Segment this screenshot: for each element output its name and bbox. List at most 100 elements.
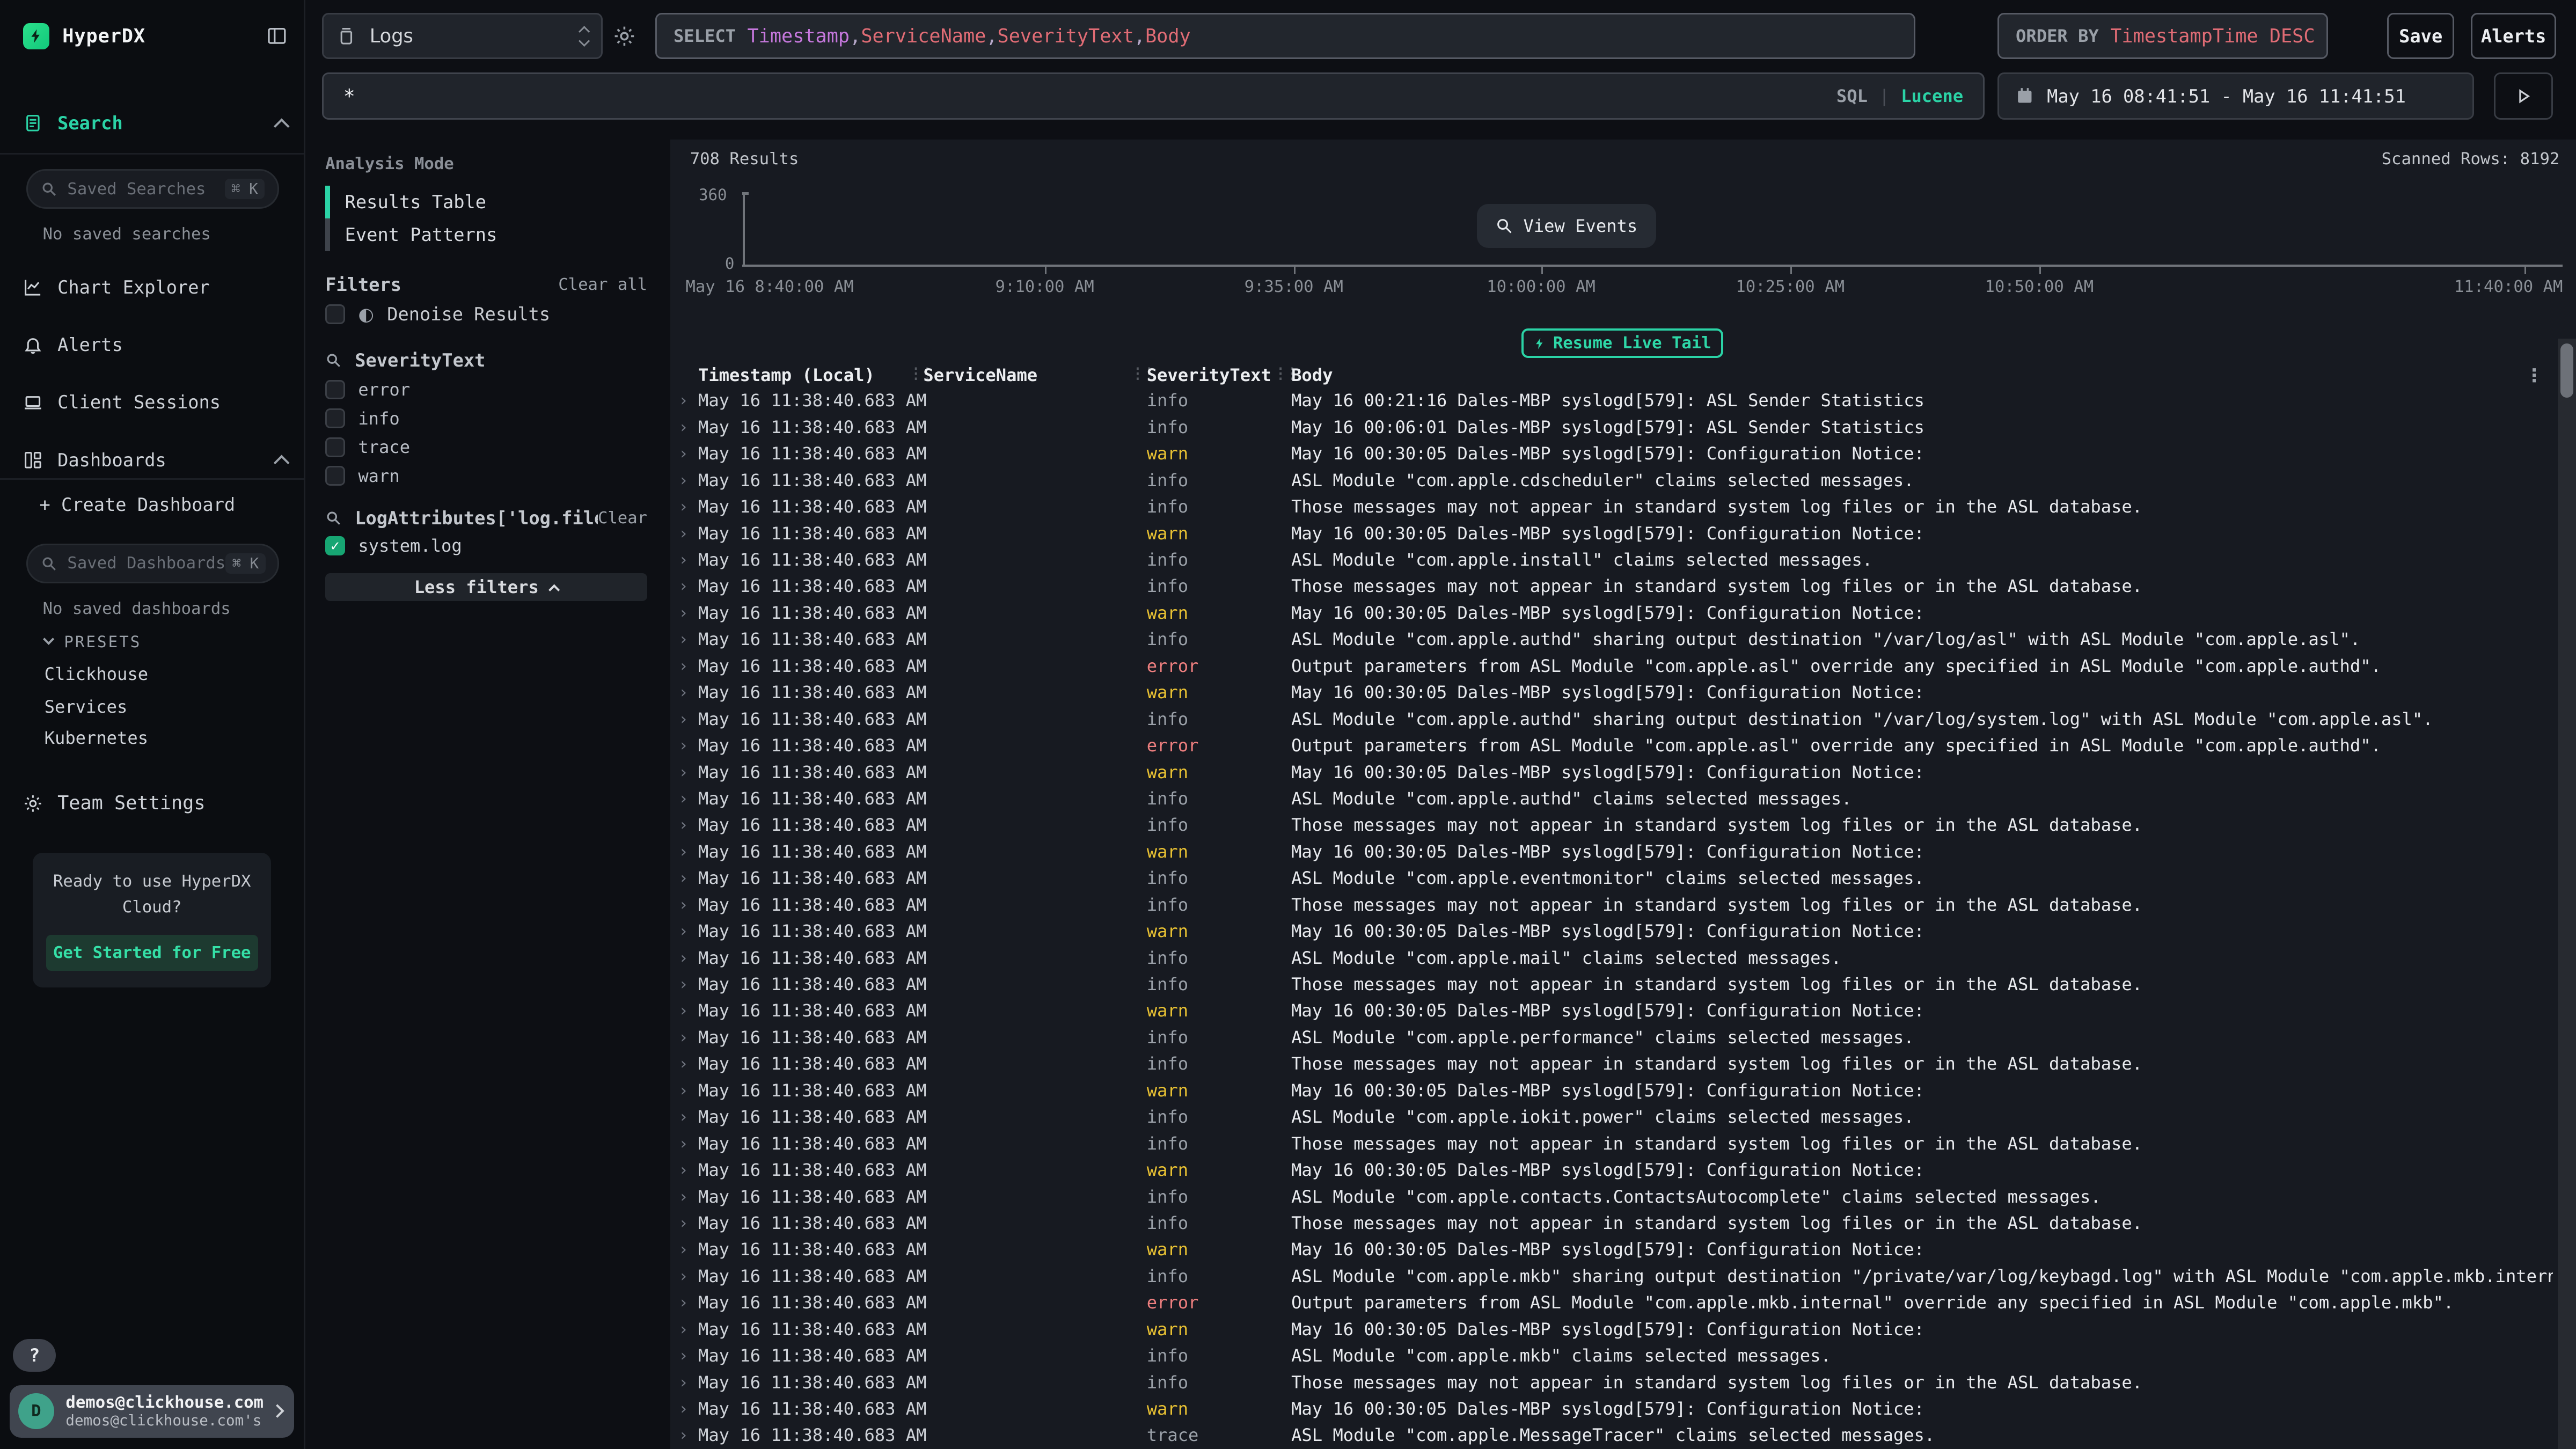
table-row[interactable]: › May 16 11:38:40.683 AM info May 16 00:… — [670, 414, 2556, 441]
search-query-input[interactable]: * SQL | Lucene — [322, 72, 1985, 120]
user-menu[interactable]: D demos@clickhouse.com demos@clickhouse.… — [10, 1385, 294, 1438]
expand-chevron-icon[interactable]: › — [678, 1210, 688, 1236]
get-started-button[interactable]: Get Started for Free — [46, 935, 258, 971]
resume-live-tail-button[interactable]: Resume Live Tail — [1521, 328, 1724, 358]
table-row[interactable]: › May 16 11:38:40.683 AM info ASL Module… — [670, 1343, 2556, 1369]
expand-chevron-icon[interactable]: › — [678, 918, 688, 945]
expand-chevron-icon[interactable]: › — [678, 1263, 688, 1290]
severity-option-warn[interactable]: warn — [325, 466, 647, 486]
less-filters-button[interactable]: Less filters — [325, 573, 647, 601]
expand-chevron-icon[interactable]: › — [678, 414, 688, 441]
select-clause-input[interactable]: SELECT Timestamp, ServiceName, SeverityT… — [655, 13, 1915, 59]
order-by-input[interactable]: ORDER BY TimestampTime DESC — [1997, 13, 2328, 59]
table-row[interactable]: › May 16 11:38:40.683 AM info ASL Module… — [670, 1184, 2556, 1210]
date-range-picker[interactable]: May 16 08:41:51 - May 16 11:41:51 — [1997, 72, 2474, 120]
table-row[interactable]: › May 16 11:38:40.683 AM info ASL Module… — [670, 1104, 2556, 1130]
expand-chevron-icon[interactable]: › — [678, 1184, 688, 1210]
saved-searches-input[interactable]: Saved Searches ⌘ K — [26, 169, 279, 208]
expand-chevron-icon[interactable]: › — [678, 1157, 688, 1183]
table-row[interactable]: › May 16 11:38:40.683 AM info ASL Module… — [670, 626, 2556, 653]
create-dashboard-button[interactable]: + Create Dashboard — [39, 494, 235, 515]
table-row[interactable]: › May 16 11:38:40.683 AM info Those mess… — [670, 1210, 2556, 1236]
chevron-up-icon[interactable] — [276, 113, 287, 134]
table-row[interactable]: › May 16 11:38:40.683 AM info Those mess… — [670, 892, 2556, 918]
expand-chevron-icon[interactable]: › — [678, 945, 688, 971]
table-row[interactable]: › May 16 11:38:40.683 AM info ASL Module… — [670, 945, 2556, 971]
checkbox-unchecked[interactable] — [325, 408, 345, 428]
table-row[interactable]: › May 16 11:38:40.683 AM warn May 16 00:… — [670, 918, 2556, 945]
facet-clear-button[interactable]: Clear — [598, 509, 647, 528]
table-row[interactable]: › May 16 11:38:40.683 AM info Those mess… — [670, 1131, 2556, 1157]
lang-sql-button[interactable]: SQL — [1836, 86, 1868, 106]
expand-chevron-icon[interactable]: › — [678, 600, 688, 626]
table-row[interactable]: › May 16 11:38:40.683 AM info ASL Module… — [670, 1263, 2556, 1290]
checkbox-unchecked[interactable] — [325, 380, 345, 400]
sidebar-item-team-settings[interactable]: Team Settings — [23, 785, 288, 821]
expand-chevron-icon[interactable]: › — [678, 1024, 688, 1051]
mode-event-patterns[interactable]: Event Patterns — [325, 218, 647, 251]
table-row[interactable]: › May 16 11:38:40.683 AM warn May 16 00:… — [670, 600, 2556, 626]
table-row[interactable]: › May 16 11:38:40.683 AM info ASL Module… — [670, 547, 2556, 573]
expand-chevron-icon[interactable]: › — [678, 1290, 688, 1316]
table-row[interactable]: › May 16 11:38:40.683 AM warn May 16 00:… — [670, 839, 2556, 865]
table-row[interactable]: › May 16 11:38:40.683 AM info Those mess… — [670, 812, 2556, 838]
table-row[interactable]: › May 16 11:38:40.683 AM error Output pa… — [670, 653, 2556, 679]
saved-dashboards-input[interactable]: Saved Dashboards ⌘ K — [26, 544, 279, 583]
expand-chevron-icon[interactable]: › — [678, 706, 688, 733]
expand-chevron-icon[interactable]: › — [678, 653, 688, 679]
expand-chevron-icon[interactable]: › — [678, 733, 688, 759]
expand-chevron-icon[interactable]: › — [678, 812, 688, 838]
table-row[interactable]: › May 16 11:38:40.683 AM info ASL Module… — [670, 706, 2556, 733]
severity-option-error[interactable]: error — [325, 379, 647, 400]
table-row[interactable]: › May 16 11:38:40.683 AM warn May 16 00:… — [670, 1236, 2556, 1263]
table-row[interactable]: › May 16 11:38:40.683 AM info Those mess… — [670, 1051, 2556, 1077]
table-row[interactable]: › May 16 11:38:40.683 AM warn May 16 00:… — [670, 1316, 2556, 1343]
expand-chevron-icon[interactable]: › — [678, 521, 688, 547]
expand-chevron-icon[interactable]: › — [678, 786, 688, 812]
clear-all-button[interactable]: Clear all — [558, 275, 647, 294]
table-row[interactable]: › May 16 11:38:40.683 AM info Those mess… — [670, 1370, 2556, 1396]
table-row[interactable]: › May 16 11:38:40.683 AM warn May 16 00:… — [670, 441, 2556, 467]
expand-chevron-icon[interactable]: › — [678, 626, 688, 653]
table-row[interactable]: › May 16 11:38:40.683 AM error Output pa… — [670, 1290, 2556, 1316]
severity-option-trace[interactable]: trace — [325, 437, 647, 457]
table-row[interactable]: › May 16 11:38:40.683 AM info Those mess… — [670, 573, 2556, 599]
vertical-scrollbar[interactable] — [2558, 339, 2576, 1449]
table-row[interactable]: › May 16 11:38:40.683 AM trace ASL Modul… — [670, 1422, 2556, 1448]
sidebar-item-chart-explorer[interactable]: Chart Explorer — [23, 269, 288, 305]
logattr-option-system-log[interactable]: ✓ system.log — [325, 536, 647, 556]
sidebar-collapse-icon[interactable] — [266, 25, 288, 47]
sidebar-item-dashboards[interactable]: Dashboards — [23, 442, 288, 478]
preset-clickhouse[interactable]: Clickhouse — [45, 664, 148, 684]
table-row[interactable]: › May 16 11:38:40.683 AM warn May 16 00:… — [670, 1396, 2556, 1422]
table-row[interactable]: › May 16 11:38:40.683 AM warn May 16 00:… — [670, 521, 2556, 547]
table-row[interactable]: › May 16 11:38:40.683 AM warn May 16 00:… — [670, 1157, 2556, 1183]
expand-chevron-icon[interactable]: › — [678, 573, 688, 599]
checkbox-unchecked[interactable] — [325, 466, 345, 486]
table-row[interactable]: › May 16 11:38:40.683 AM warn May 16 00:… — [670, 759, 2556, 786]
table-row[interactable]: › May 16 11:38:40.683 AM info Those mess… — [670, 971, 2556, 998]
table-row[interactable]: › May 16 11:38:40.683 AM info ASL Module… — [670, 467, 2556, 494]
table-row[interactable]: › May 16 11:38:40.683 AM error Output pa… — [670, 733, 2556, 759]
run-query-button[interactable] — [2494, 72, 2553, 120]
sidebar-item-client-sessions[interactable]: Client Sessions — [23, 384, 288, 420]
search-icon[interactable] — [325, 352, 342, 369]
col-header-severitytext[interactable]: SeverityText — [1147, 365, 1271, 385]
source-select[interactable]: Logs — [322, 13, 603, 59]
expand-chevron-icon[interactable]: › — [678, 1343, 688, 1369]
col-header-body[interactable]: Body — [1291, 365, 1333, 385]
table-options-icon[interactable]: ⋮ — [2525, 365, 2543, 386]
table-row[interactable]: › May 16 11:38:40.683 AM warn May 16 00:… — [670, 998, 2556, 1024]
table-row[interactable]: › May 16 11:38:40.683 AM info May 16 00:… — [670, 387, 2556, 414]
presets-toggle[interactable]: PRESETS — [45, 633, 142, 651]
expand-chevron-icon[interactable]: › — [678, 998, 688, 1024]
table-row[interactable]: › May 16 11:38:40.683 AM info Those mess… — [670, 494, 2556, 520]
expand-chevron-icon[interactable]: › — [678, 865, 688, 891]
preset-services[interactable]: Services — [45, 697, 128, 717]
expand-chevron-icon[interactable]: › — [678, 1051, 688, 1077]
table-row[interactable]: › May 16 11:38:40.683 AM info ASL Module… — [670, 786, 2556, 812]
help-button[interactable]: ? — [13, 1339, 56, 1372]
expand-chevron-icon[interactable]: › — [678, 839, 688, 865]
expand-chevron-icon[interactable]: › — [678, 1422, 688, 1448]
alerts-button[interactable]: Alerts — [2471, 13, 2556, 59]
